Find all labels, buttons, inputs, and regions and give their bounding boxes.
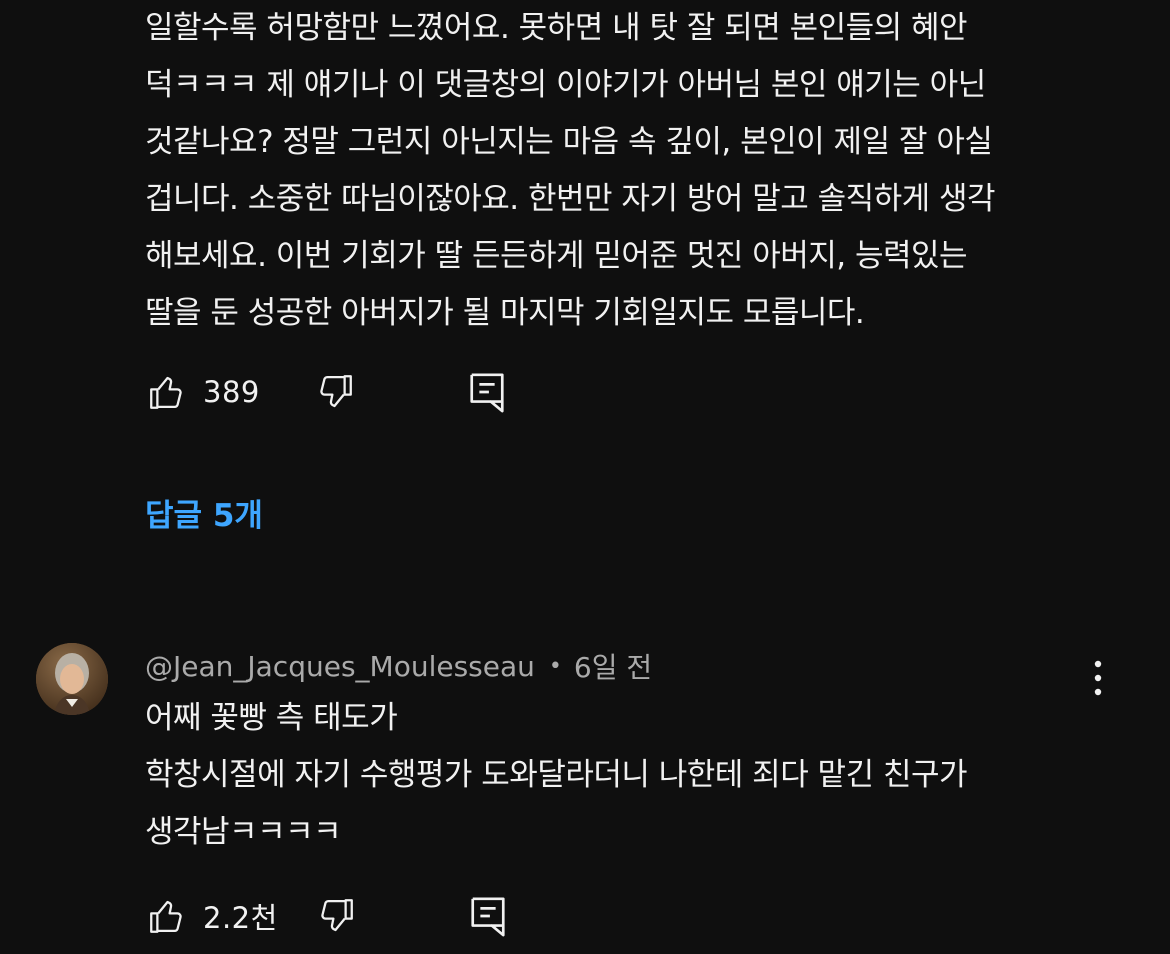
comment-header: @Jean_Jacques_Moulesseau • 6일 전 [145,644,652,688]
comment-action-bar: 389 [145,368,509,416]
comment-time[interactable]: 6일 전 [574,646,652,686]
like-count: 389 [203,375,260,409]
like-button[interactable] [145,370,189,414]
comment-text: 일할수록 허망함만 느꼈어요. 못하면 내 탓 잘 되면 본인들의 혜안 덕ㅋㅋ… [145,10,996,331]
like-button[interactable] [145,894,189,938]
reply-comment-icon [470,373,504,413]
comment-text: 어째 꽃빵 측 태도가 학창시절에 자기 수행평가 도와달라더니 나한테 죄다 … [145,700,968,850]
header-separator: • [548,653,562,679]
reply-button[interactable] [465,370,509,414]
like-count: 2.2천 [203,901,278,935]
view-replies-button[interactable]: 답글 5개 [145,494,263,538]
portrait-avatar-image [36,643,108,715]
avatar[interactable] [36,643,108,715]
dislike-button[interactable] [313,370,357,414]
thumbs-up-icon [150,900,182,933]
reply-comment-icon [471,897,505,937]
author-handle[interactable]: @Jean_Jacques_Moulesseau [145,650,535,683]
thumbs-down-icon [321,899,353,932]
thumbs-up-icon [150,376,182,409]
reply-button[interactable] [466,894,510,938]
comment-action-bar: 2.2천 [145,892,510,940]
dislike-button[interactable] [314,894,358,938]
thumbs-down-icon [320,375,352,408]
